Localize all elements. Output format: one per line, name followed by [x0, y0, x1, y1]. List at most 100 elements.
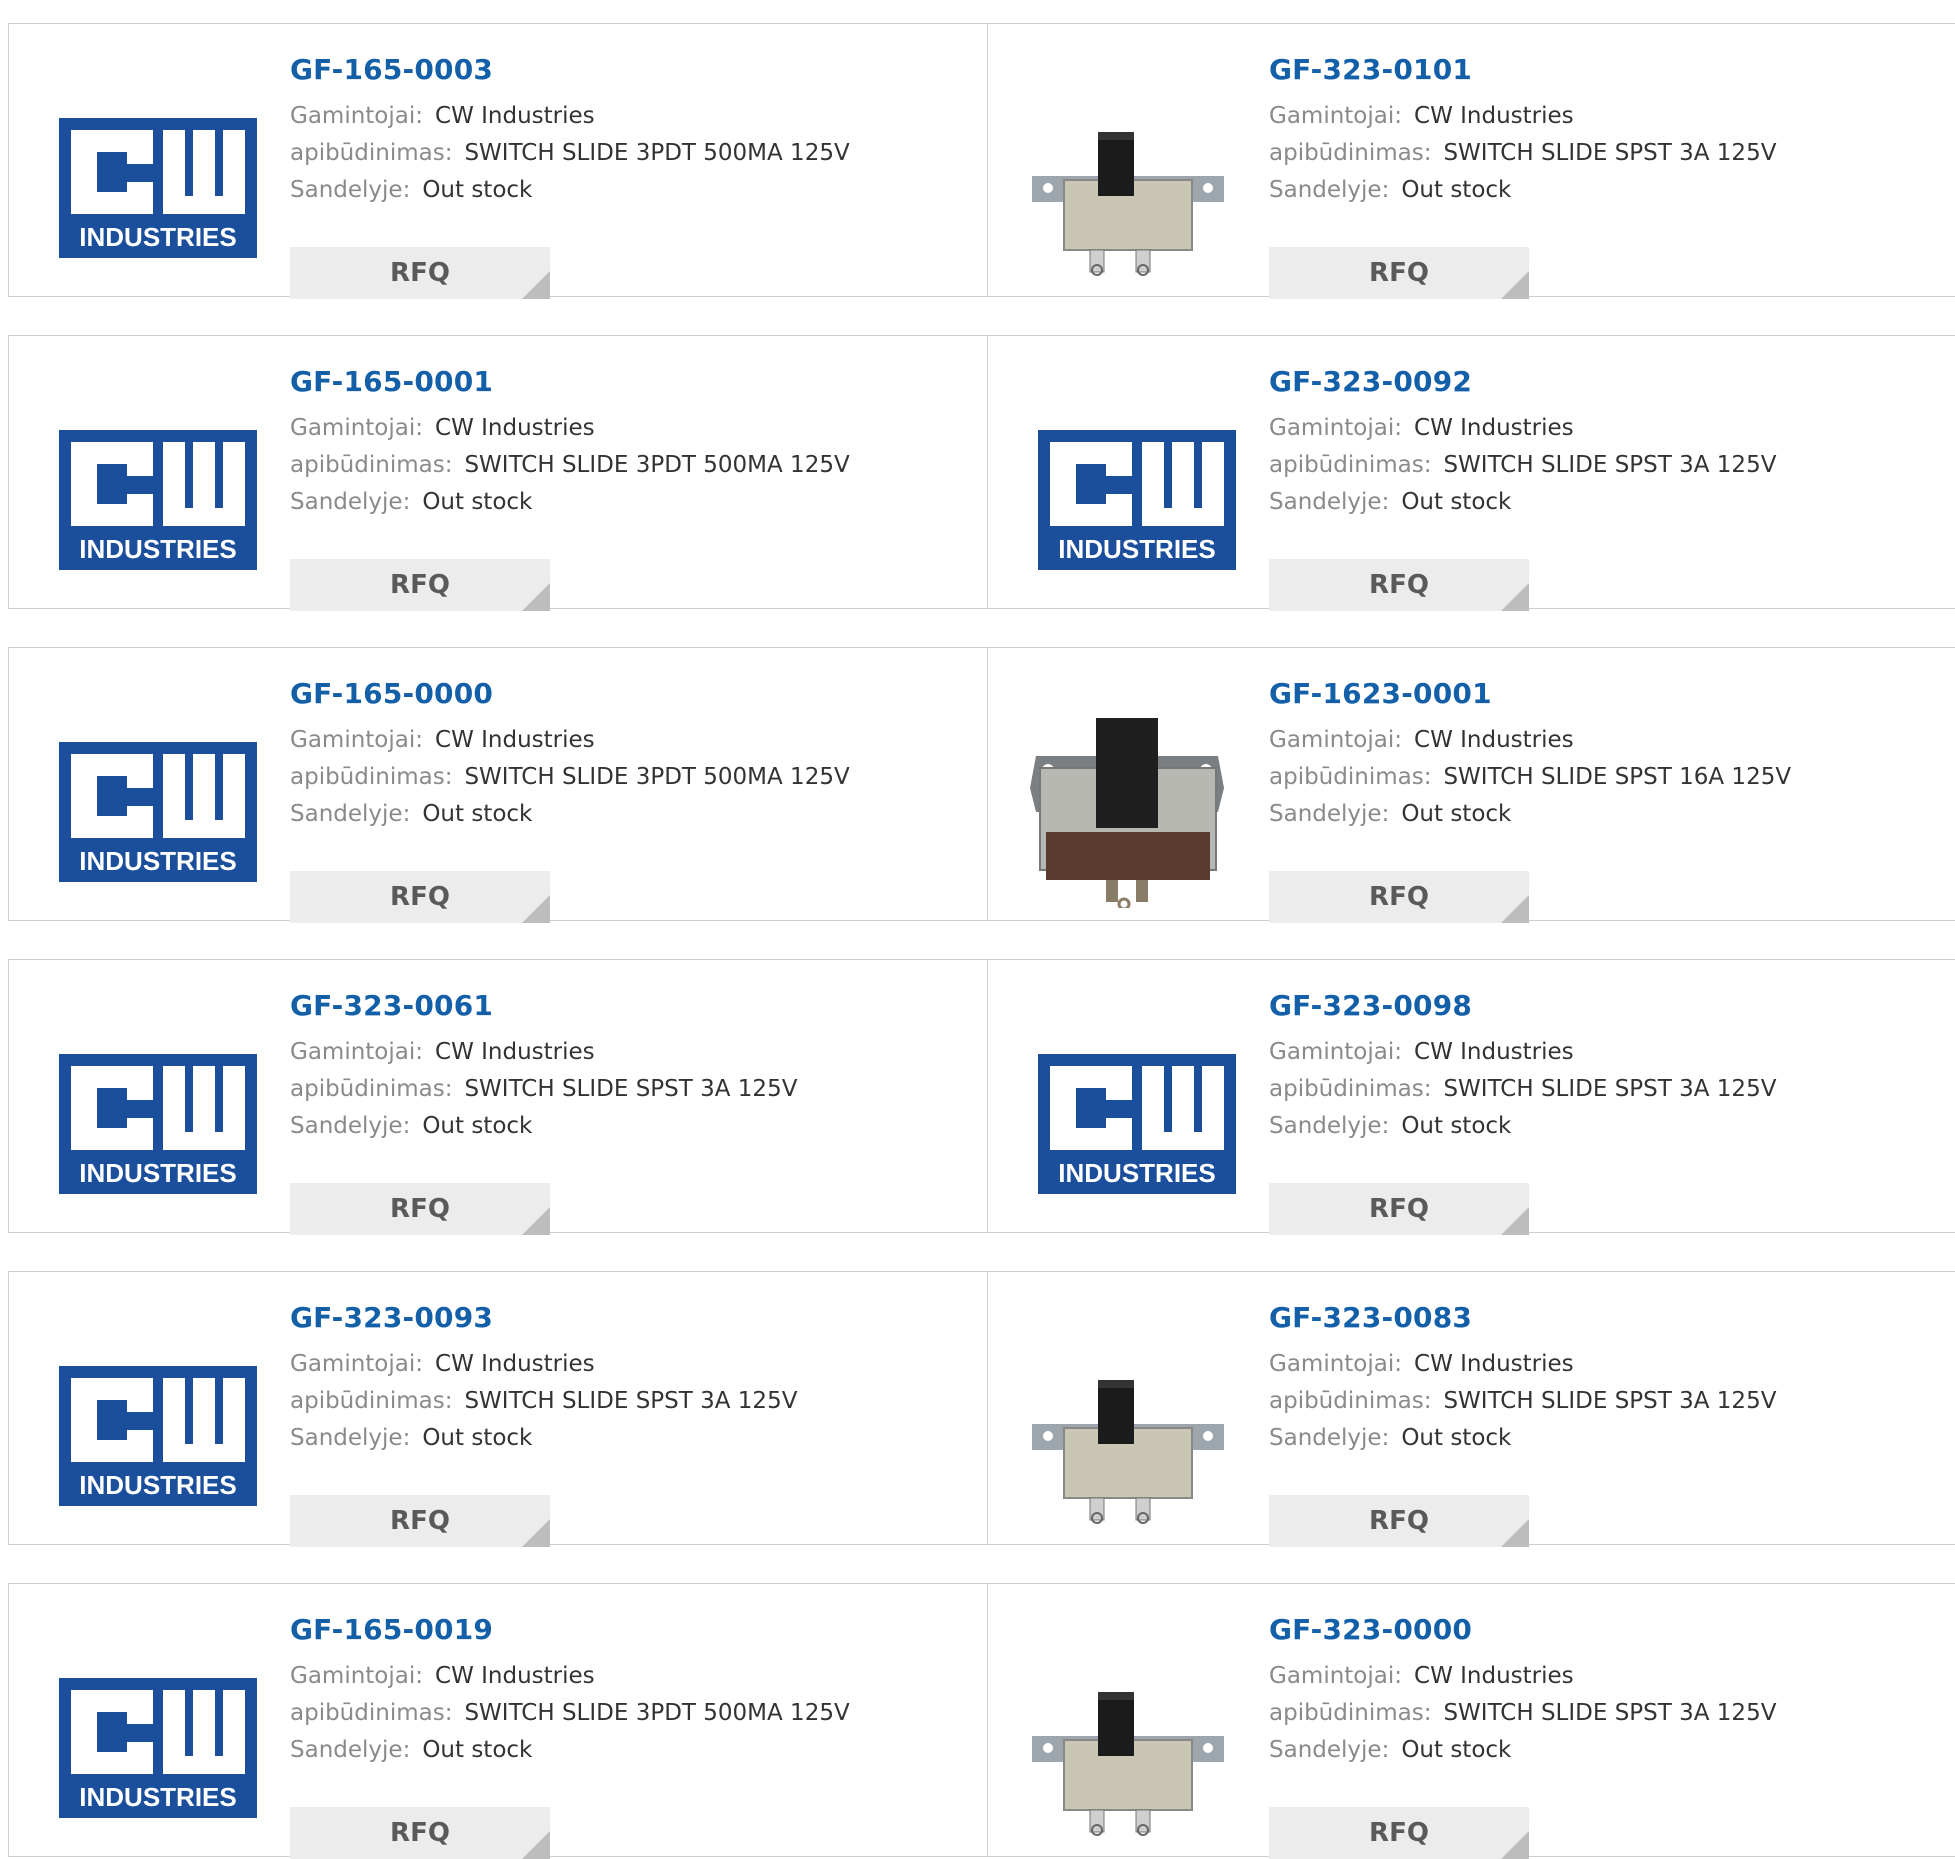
- product-card: INDUSTRIES GF-165-0001 Gamintojai: CW Indus…: [8, 335, 988, 611]
- stock-value: Out stock: [1401, 801, 1512, 827]
- stock-row: Sandelyje: Out stock: [290, 1420, 950, 1457]
- product-image[interactable]: INDUSTRIES: [49, 708, 257, 908]
- stock-value: Out stock: [422, 1737, 533, 1763]
- stock-label: Sandelyje:: [1269, 1737, 1390, 1763]
- rfq-button[interactable]: RFQ: [290, 1807, 550, 1859]
- manufacturer-value: CW Industries: [435, 1351, 595, 1377]
- rfq-button[interactable]: RFQ: [1269, 1807, 1529, 1859]
- product-image[interactable]: INDUSTRIES: [49, 1020, 257, 1220]
- description-label: apibūdinimas:: [290, 1388, 453, 1414]
- product-image[interactable]: INDUSTRIES: [1028, 396, 1236, 596]
- rfq-label: RFQ: [1369, 1818, 1429, 1848]
- description-label: apibūdinimas:: [290, 1700, 453, 1726]
- rfq-label: RFQ: [390, 1818, 450, 1848]
- product-image[interactable]: [1028, 708, 1228, 911]
- logo-text: INDUSTRIES: [79, 222, 237, 252]
- product-image[interactable]: INDUSTRIES: [49, 1332, 257, 1532]
- stock-label: Sandelyje:: [290, 1113, 411, 1139]
- rfq-label: RFQ: [390, 570, 450, 600]
- manufacturer-row: Gamintojai: CW Industries: [1269, 98, 1929, 135]
- cw-industries-logo: INDUSTRIES: [59, 1678, 257, 1818]
- product-card: INDUSTRIES GF-323-0093 Gamintojai: CW Indus…: [8, 1271, 988, 1547]
- logo-text: INDUSTRIES: [79, 846, 237, 876]
- product-image[interactable]: INDUSTRIES: [49, 1644, 257, 1844]
- rfq-button[interactable]: RFQ: [1269, 1183, 1529, 1235]
- logo-text: INDUSTRIES: [79, 1158, 237, 1188]
- part-number-link[interactable]: GF-165-0019: [290, 1612, 950, 1648]
- corner-triangle-icon: [1501, 1519, 1529, 1547]
- stock-value: Out stock: [1401, 1113, 1512, 1139]
- description-row: apibūdinimas: SWITCH SLIDE SPST 3A 125V: [290, 1071, 950, 1108]
- part-number-link[interactable]: GF-165-0001: [290, 364, 950, 400]
- logo-text: INDUSTRIES: [79, 534, 237, 564]
- manufacturer-label: Gamintojai:: [1269, 1039, 1403, 1065]
- rfq-button[interactable]: RFQ: [1269, 1495, 1529, 1547]
- description-value: SWITCH SLIDE 3PDT 500MA 125V: [464, 764, 850, 790]
- rfq-button[interactable]: RFQ: [1269, 871, 1529, 923]
- product-image[interactable]: INDUSTRIES: [49, 84, 257, 284]
- rfq-button[interactable]: RFQ: [290, 559, 550, 611]
- manufacturer-value: CW Industries: [1414, 103, 1574, 129]
- part-number-link[interactable]: GF-323-0061: [290, 988, 950, 1024]
- part-number-link[interactable]: GF-1623-0001: [1269, 676, 1929, 712]
- rfq-button[interactable]: RFQ: [290, 1183, 550, 1235]
- part-number-link[interactable]: GF-323-0092: [1269, 364, 1929, 400]
- description-label: apibūdinimas:: [1269, 1700, 1432, 1726]
- stock-row: Sandelyje: Out stock: [1269, 796, 1929, 833]
- manufacturer-row: Gamintojai: CW Industries: [1269, 722, 1929, 759]
- description-label: apibūdinimas:: [1269, 140, 1432, 166]
- rfq-button[interactable]: RFQ: [290, 247, 550, 299]
- manufacturer-label: Gamintojai:: [1269, 415, 1403, 441]
- part-number-link[interactable]: GF-323-0098: [1269, 988, 1929, 1024]
- manufacturer-value: CW Industries: [435, 415, 595, 441]
- manufacturer-value: CW Industries: [435, 1663, 595, 1689]
- rfq-button[interactable]: RFQ: [1269, 247, 1529, 299]
- description-value: SWITCH SLIDE SPST 3A 125V: [464, 1076, 798, 1102]
- part-number-link[interactable]: GF-165-0000: [290, 676, 950, 712]
- stock-label: Sandelyje:: [290, 801, 411, 827]
- description-row: apibūdinimas: SWITCH SLIDE SPST 3A 125V: [290, 1383, 950, 1420]
- manufacturer-row: Gamintojai: CW Industries: [1269, 1346, 1929, 1383]
- rfq-button[interactable]: RFQ: [290, 871, 550, 923]
- product-card: GF-1623-0001 Gamintojai: CW Industries apib…: [988, 647, 1955, 923]
- product-card: INDUSTRIES GF-165-0000 Gamintojai: CW Indus…: [8, 647, 988, 923]
- rfq-button[interactable]: RFQ: [290, 1495, 550, 1547]
- description-label: apibūdinimas:: [1269, 764, 1432, 790]
- product-card: GF-323-0000 Gamintojai: CW Industries apibū…: [988, 1583, 1955, 1859]
- slide-switch-image: [1030, 718, 1224, 911]
- stock-label: Sandelyje:: [290, 489, 411, 515]
- product-image[interactable]: INDUSTRIES: [49, 396, 257, 596]
- rfq-button[interactable]: RFQ: [1269, 559, 1529, 611]
- product-card: INDUSTRIES GF-323-0098 Gamintojai: CW Indus…: [988, 959, 1955, 1235]
- product-image[interactable]: [1028, 84, 1228, 284]
- part-number-link[interactable]: GF-165-0003: [290, 52, 950, 88]
- product-image[interactable]: [1028, 1644, 1228, 1844]
- manufacturer-row: Gamintojai: CW Industries: [290, 1658, 950, 1695]
- product-card: INDUSTRIES GF-165-0003 Gamintojai: CW Indus…: [8, 23, 988, 299]
- manufacturer-row: Gamintojai: CW Industries: [290, 1346, 950, 1383]
- manufacturer-label: Gamintojai:: [290, 1039, 424, 1065]
- description-value: SWITCH SLIDE SPST 16A 125V: [1443, 764, 1792, 790]
- part-number-link[interactable]: GF-323-0093: [290, 1300, 950, 1336]
- rfq-label: RFQ: [1369, 882, 1429, 912]
- cw-industries-logo: INDUSTRIES: [59, 1366, 257, 1506]
- description-label: apibūdinimas:: [290, 452, 453, 478]
- manufacturer-value: CW Industries: [1414, 1351, 1574, 1377]
- manufacturer-label: Gamintojai:: [1269, 727, 1403, 753]
- stock-value: Out stock: [1401, 1425, 1512, 1451]
- corner-triangle-icon: [1501, 1831, 1529, 1859]
- description-row: apibūdinimas: SWITCH SLIDE 3PDT 500MA 125…: [290, 759, 950, 796]
- logo-text: INDUSTRIES: [1058, 534, 1216, 564]
- corner-triangle-icon: [522, 1831, 550, 1859]
- part-number-link[interactable]: GF-323-0101: [1269, 52, 1929, 88]
- description-value: SWITCH SLIDE SPST 3A 125V: [1443, 1076, 1777, 1102]
- manufacturer-label: Gamintojai:: [290, 415, 424, 441]
- product-image[interactable]: [1028, 1332, 1228, 1532]
- product-image[interactable]: INDUSTRIES: [1028, 1020, 1236, 1220]
- description-label: apibūdinimas:: [290, 140, 453, 166]
- part-number-link[interactable]: GF-323-0000: [1269, 1612, 1929, 1648]
- stock-row: Sandelyje: Out stock: [1269, 1420, 1929, 1457]
- manufacturer-row: Gamintojai: CW Industries: [1269, 1658, 1929, 1695]
- part-number-link[interactable]: GF-323-0083: [1269, 1300, 1929, 1336]
- description-row: apibūdinimas: SWITCH SLIDE SPST 3A 125V: [1269, 1071, 1929, 1108]
